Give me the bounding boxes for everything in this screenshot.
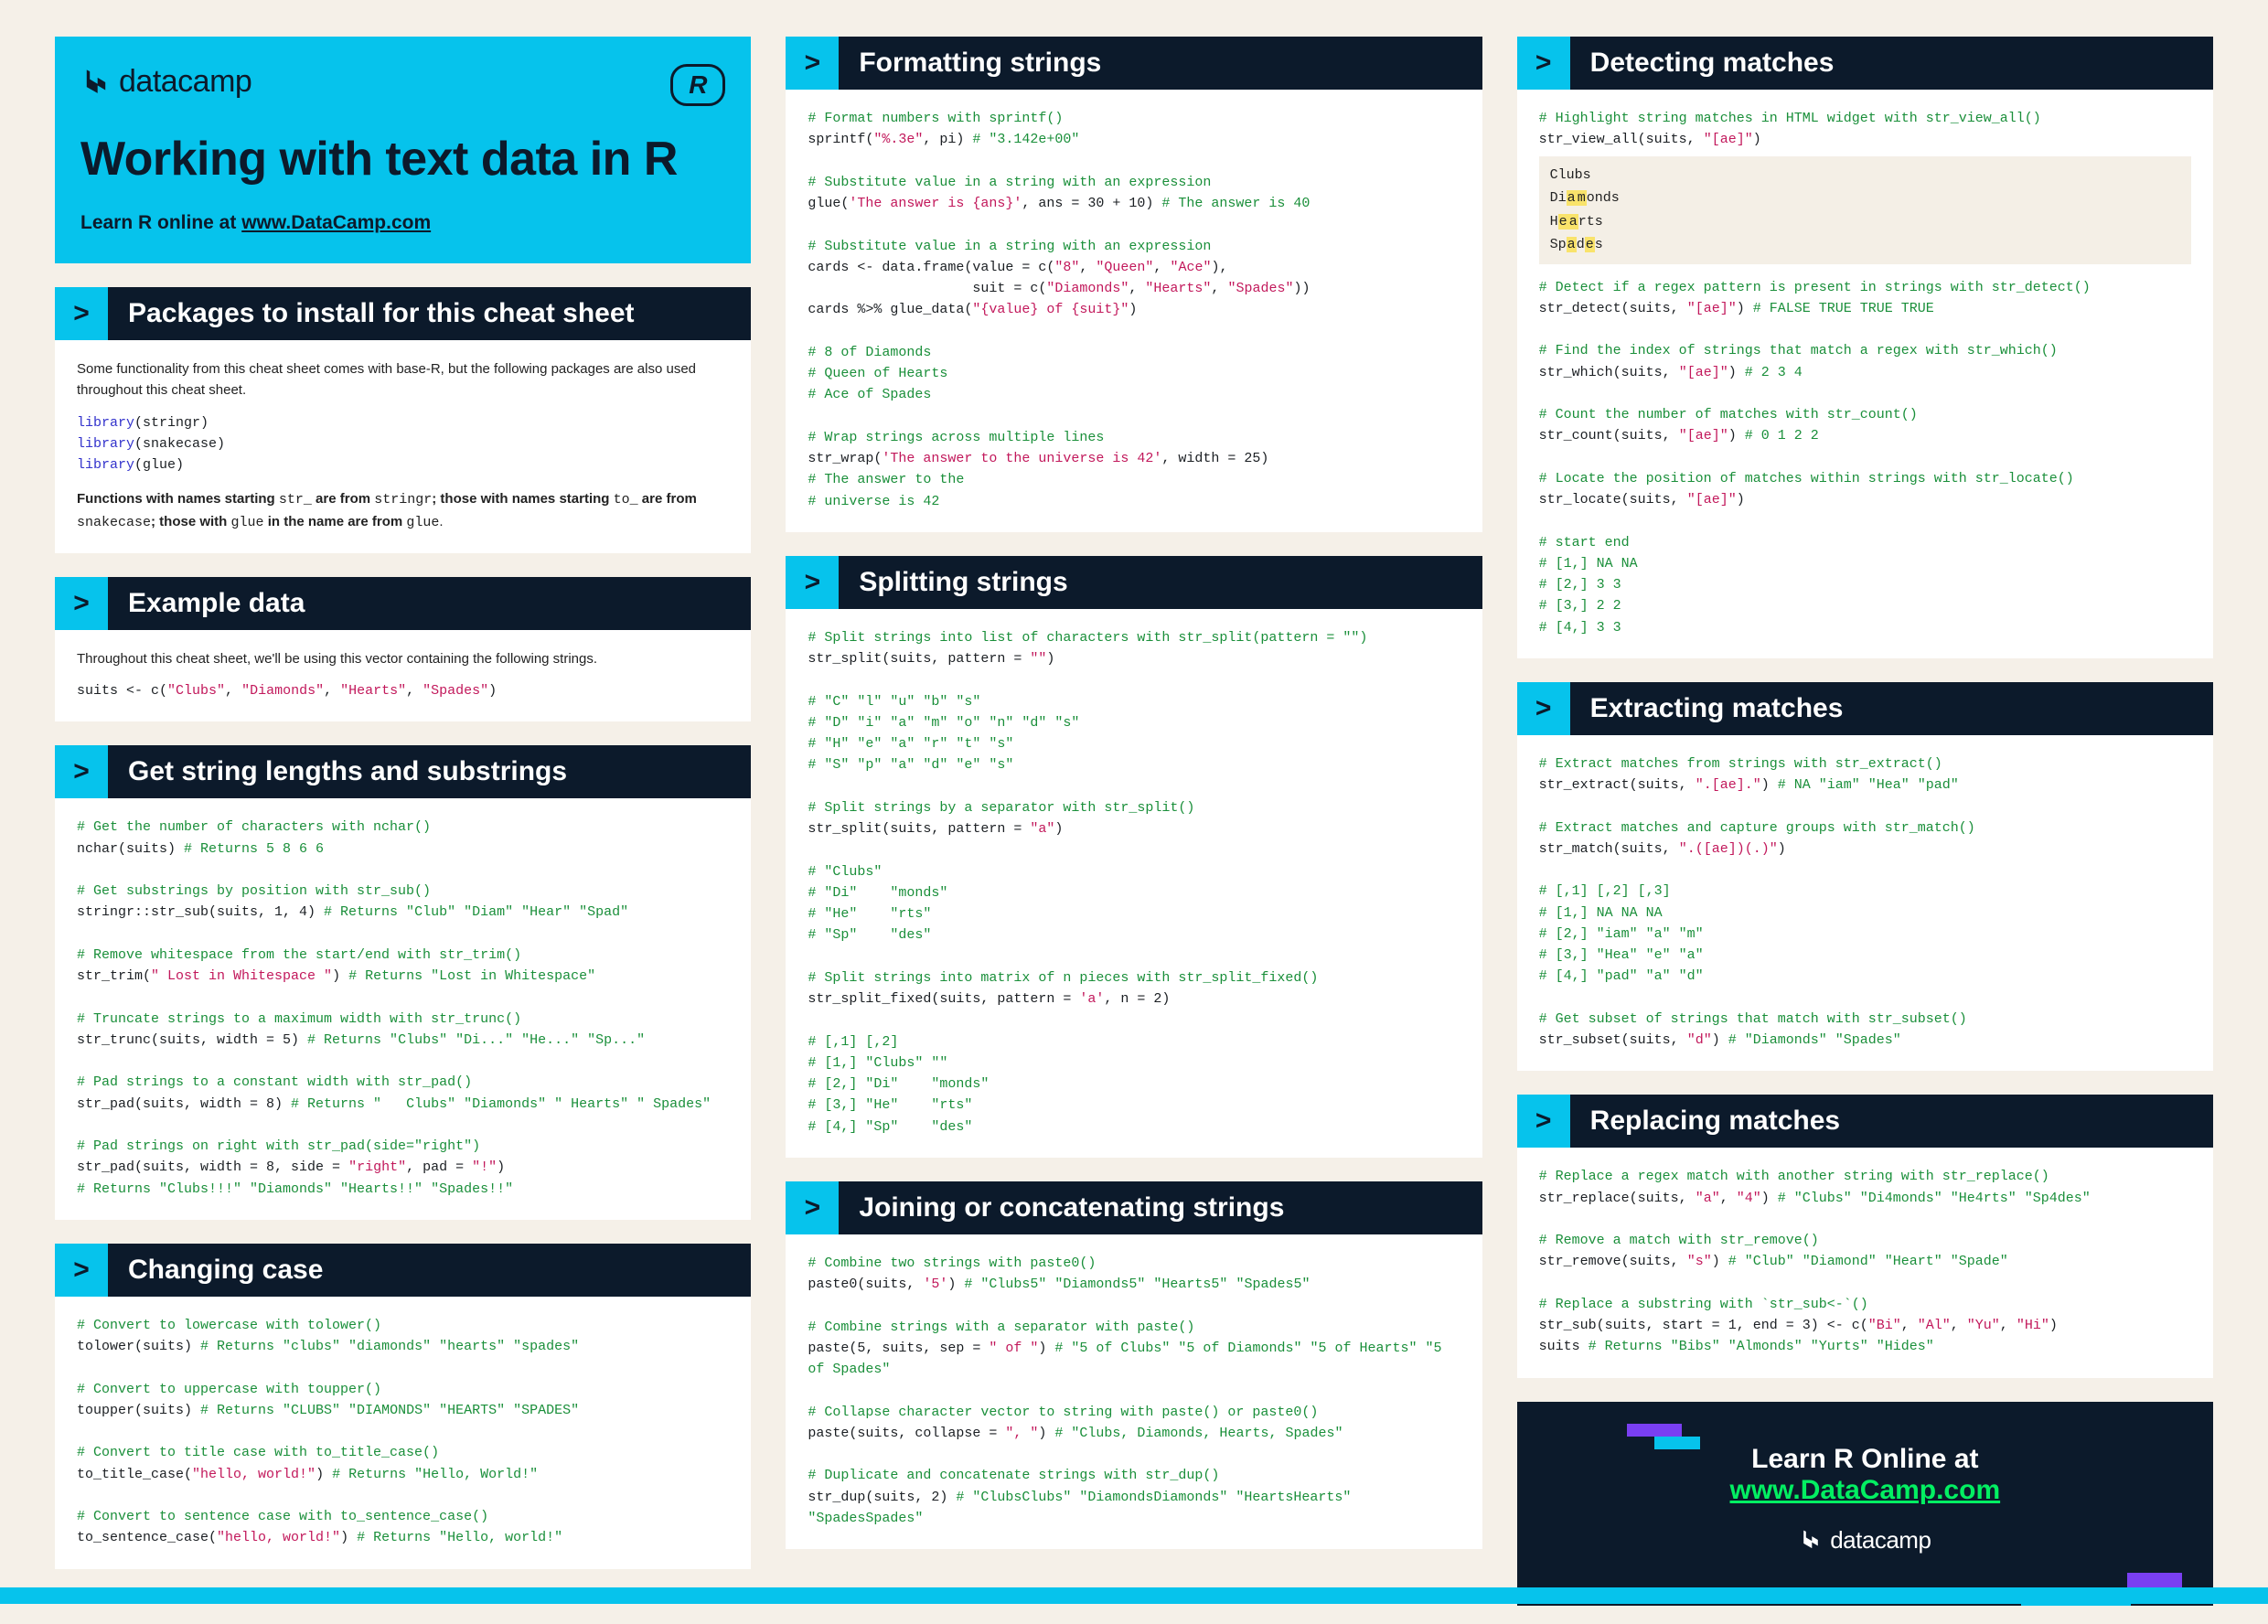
code-block: suits <- c("Clubs", "Diamonds", "Hearts"… [77, 680, 729, 701]
decoration-icon [2127, 1573, 2182, 1589]
brand: datacamp [80, 64, 251, 100]
page-title: Working with text data in R [80, 132, 725, 187]
datacamp-link[interactable]: www.DataCamp.com [241, 212, 431, 233]
code-block: # Extract matches from strings with str_… [1539, 753, 2191, 1052]
section-title: Splitting strings [839, 556, 1482, 609]
packages-rule: Functions with names starting str_ are f… [77, 488, 729, 533]
section-title: Detecting matches [1570, 37, 2213, 90]
section-title: Joining or concatenating strings [839, 1181, 1482, 1234]
code-block: # Split strings into list of characters … [808, 627, 1460, 1138]
section-title: Changing case [108, 1244, 751, 1297]
bottom-strip [0, 1587, 2268, 1604]
section-format: > Formatting strings # Format numbers wi… [786, 37, 1482, 532]
highlight-output: ClubsDiamondsHeartsSpades [1539, 156, 2191, 264]
code-block: # Combine two strings with paste0() past… [808, 1253, 1460, 1529]
chevron-right-icon: > [55, 745, 108, 798]
code-block: # Highlight string matches in HTML widge… [1539, 108, 2191, 151]
section-title: Replacing matches [1570, 1095, 2213, 1148]
hero: datacamp R Working with text data in R L… [55, 37, 751, 263]
section-split: > Splitting strings # Split strings into… [786, 556, 1482, 1158]
decoration-icon [1627, 1424, 1682, 1437]
code-block: # Format numbers with sprintf() sprintf(… [808, 108, 1460, 512]
section-lengths: > Get string lengths and substrings # Ge… [55, 745, 751, 1220]
section-title: Get string lengths and substrings [108, 745, 751, 798]
subtitle: Learn R online at www.DataCamp.com [80, 212, 725, 234]
chevron-right-icon: > [1517, 682, 1570, 735]
section-title: Packages to install for this cheat sheet [108, 287, 751, 340]
chevron-right-icon: > [55, 577, 108, 630]
section-replace: > Replacing matches # Replace a regex ma… [1517, 1095, 2213, 1377]
code-block: # Detect if a regex pattern is present i… [1539, 277, 2191, 638]
code-block: # Get the number of characters with ncha… [77, 817, 729, 1200]
datacamp-logo-icon [1799, 1528, 1823, 1552]
decoration-icon [1654, 1437, 1700, 1449]
section-title: Extracting matches [1570, 682, 2213, 735]
footer-link[interactable]: www.DataCamp.com [1730, 1475, 2001, 1505]
footer-brand: datacamp [1517, 1526, 2213, 1555]
brand-text: datacamp [119, 64, 251, 100]
chevron-right-icon: > [786, 556, 839, 609]
section-title: Formatting strings [839, 37, 1482, 90]
chevron-right-icon: > [1517, 1095, 1570, 1148]
section-example: > Example data Throughout this cheat she… [55, 577, 751, 722]
r-language-badge-icon: R [670, 64, 725, 106]
datacamp-logo-icon [80, 67, 112, 98]
section-join: > Joining or concatenating strings # Com… [786, 1181, 1482, 1549]
code-block: library(stringr) library(snakecase) libr… [77, 412, 729, 476]
code-block: # Convert to lowercase with tolower() to… [77, 1315, 729, 1549]
chevron-right-icon: > [55, 287, 108, 340]
chevron-right-icon: > [786, 37, 839, 90]
section-packages: > Packages to install for this cheat she… [55, 287, 751, 553]
section-detect: > Detecting matches # Highlight string m… [1517, 37, 2213, 658]
section-note: Some functionality from this cheat sheet… [77, 358, 729, 401]
section-note: Throughout this cheat sheet, we'll be us… [77, 648, 729, 669]
chevron-right-icon: > [786, 1181, 839, 1234]
footer-card: Learn R Online at www.DataCamp.com datac… [1517, 1402, 2213, 1606]
footer-line: Learn R Online at [1517, 1444, 2213, 1475]
section-extract: > Extracting matches # Extract matches f… [1517, 682, 2213, 1072]
section-case: > Changing case # Convert to lowercase w… [55, 1244, 751, 1569]
chevron-right-icon: > [55, 1244, 108, 1297]
code-block: # Replace a regex match with another str… [1539, 1166, 2191, 1357]
chevron-right-icon: > [1517, 37, 1570, 90]
brand-text: datacamp [1830, 1526, 1931, 1555]
section-title: Example data [108, 577, 751, 630]
